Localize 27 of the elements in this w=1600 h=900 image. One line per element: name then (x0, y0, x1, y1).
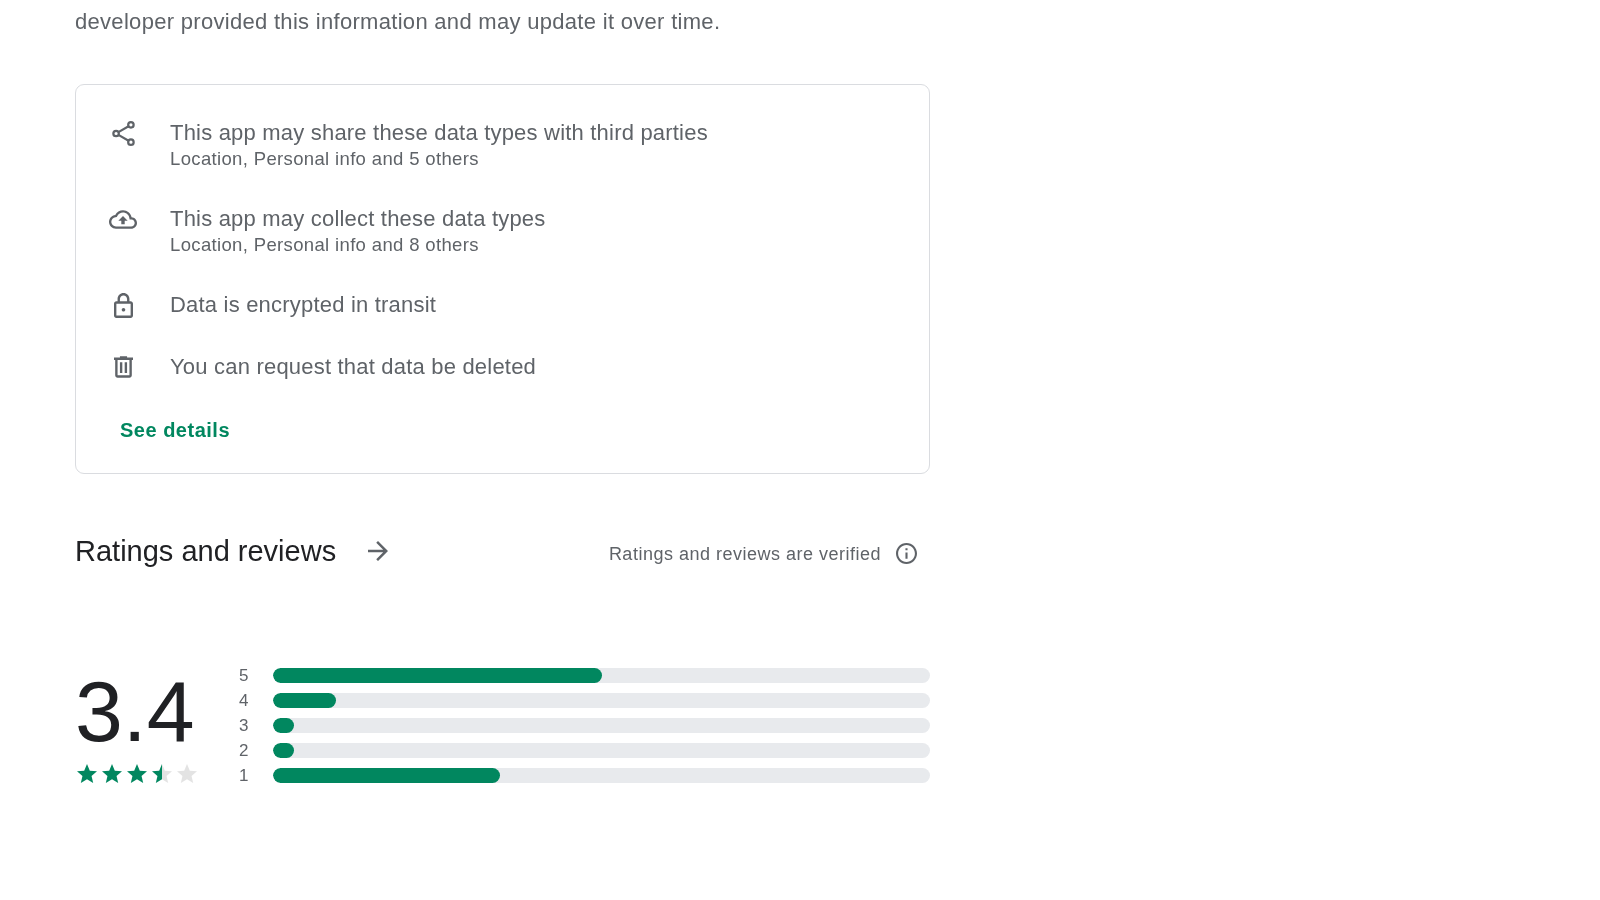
data-safety-title: Data is encrypted in transit (170, 292, 437, 318)
data-safety-subtitle: Location, Personal info and 5 others (170, 148, 480, 170)
verified-note: Ratings and reviews are verified (608, 542, 881, 565)
data-safety-title: You can request that data be deleted (170, 354, 536, 380)
cloud-upload-icon (109, 209, 137, 229)
star-count-label: 5 (239, 665, 249, 686)
data-safety-title: This app may share these data types with third parties (170, 120, 708, 146)
star-count-label: 1 (239, 765, 249, 786)
description-text: developer provided this information and may update it over time. (75, 9, 722, 35)
star-icon (102, 764, 122, 783)
star-count-label: 4 (239, 690, 249, 711)
section-title: Ratings and reviews (75, 534, 337, 568)
star-count-label: 3 (239, 715, 249, 736)
info-icon[interactable] (896, 543, 917, 564)
data-safety-subtitle: Location, Personal info and 8 others (170, 234, 480, 256)
see-details-link[interactable]: See details (110, 418, 240, 442)
data-safety-title: This app may collect these data types (170, 206, 546, 232)
star-count-label: 2 (239, 740, 249, 761)
star-icon (77, 764, 97, 783)
star-icon (127, 764, 147, 783)
lock-icon (113, 292, 133, 318)
empty-star-icon (177, 764, 197, 783)
share-icon (111, 120, 135, 146)
rating-score: 3.4 (75, 668, 195, 754)
half-star-icon (152, 764, 172, 783)
arrow-right-icon[interactable] (368, 541, 389, 561)
delete-icon (113, 356, 133, 378)
